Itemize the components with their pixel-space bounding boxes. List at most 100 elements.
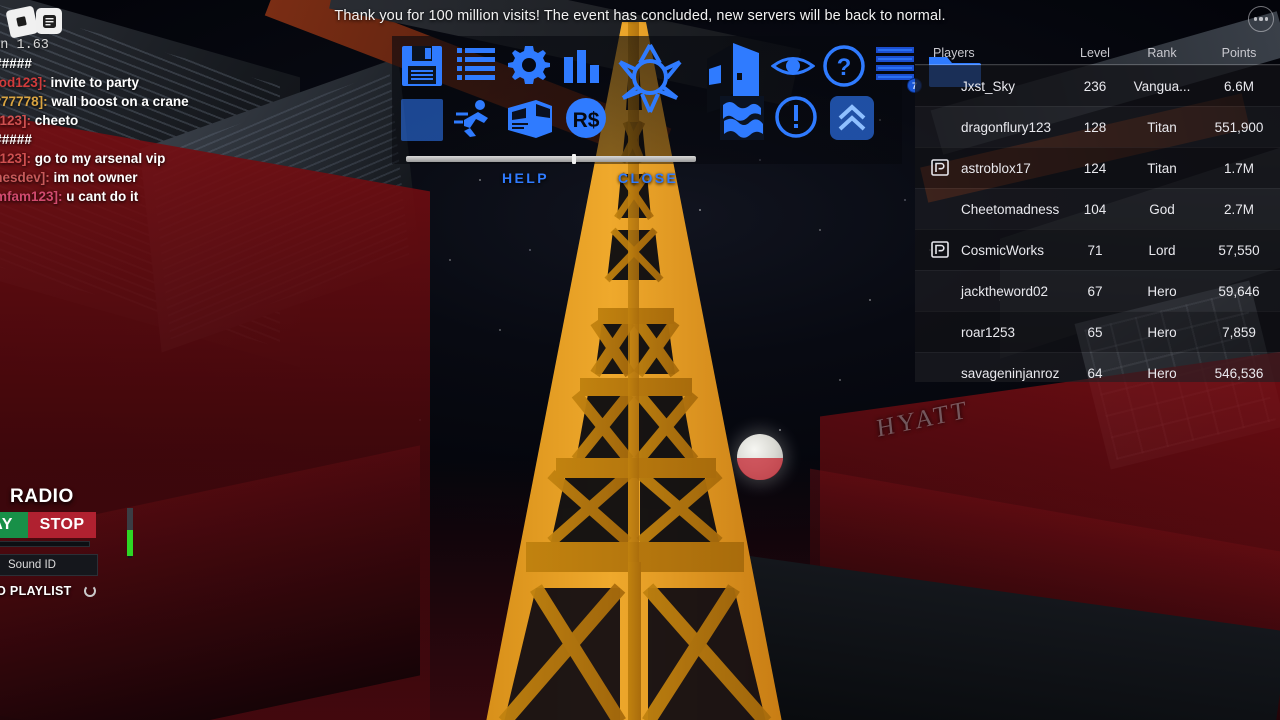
chat-text: im not owner bbox=[49, 170, 138, 185]
map-world-icon[interactable] bbox=[716, 92, 768, 144]
eye-icon[interactable] bbox=[770, 44, 816, 88]
question-mark-icon[interactable]: ? bbox=[820, 42, 868, 90]
refresh-icon[interactable] bbox=[83, 585, 96, 597]
roblox-logo-icon[interactable] bbox=[5, 5, 39, 39]
chat-text: cheeto bbox=[31, 113, 79, 128]
chat-lines-glyph bbox=[42, 14, 56, 28]
player-rank: Hero bbox=[1147, 365, 1177, 381]
chat-text: wall boost on a crane bbox=[47, 94, 189, 109]
leaderboard-row[interactable]: astroblox17 124 Titan 1.7M bbox=[915, 147, 1280, 188]
chat-version-line: sion 1.63 bbox=[0, 38, 49, 53]
stop-button[interactable]: STOP bbox=[28, 512, 96, 538]
premium-badge-placeholder bbox=[931, 77, 953, 95]
player-rank: Hero bbox=[1147, 324, 1177, 340]
chat-message-list: st_Sky]: #####dboythegod123]: invite to … bbox=[0, 54, 300, 206]
volume-slider-handle[interactable] bbox=[127, 508, 133, 530]
slider-knob[interactable] bbox=[572, 154, 576, 164]
chat-message: vCandZamfam123]: u cant do it bbox=[0, 187, 300, 206]
radio-title: RADIO bbox=[10, 486, 74, 507]
leaderboard-row[interactable]: Cheetomadness 104 God 2.7M bbox=[915, 188, 1280, 229]
exclamation-icon[interactable] bbox=[772, 92, 820, 142]
player-name: roar1253 bbox=[961, 324, 1016, 340]
close-button[interactable]: CLOSE bbox=[618, 170, 678, 186]
chat-username: agonflury123]: bbox=[0, 151, 32, 166]
chat-username: iltintogamesdev]: bbox=[0, 170, 50, 185]
chat-text: ##### bbox=[0, 56, 32, 71]
add-to-playlist-button[interactable]: DD TO PLAYLIST bbox=[0, 584, 72, 598]
svg-text:R$: R$ bbox=[573, 109, 600, 132]
leaderboard-row[interactable]: Jxst_Sky 236 Vangua... 6.6M bbox=[915, 65, 1280, 106]
help-button[interactable]: HELP bbox=[502, 170, 549, 186]
player-level: 65 bbox=[1087, 324, 1103, 340]
inventory-list-icon[interactable] bbox=[452, 42, 500, 90]
radio-widget[interactable]: RADIO LAY STOP Sound ID DD TO PLAYLIST bbox=[0, 486, 131, 598]
player-name: jacktheword02 bbox=[961, 283, 1049, 299]
leaderboard-row[interactable]: CosmicWorks 71 Lord 57,550 bbox=[915, 229, 1280, 270]
player-rank: God bbox=[1149, 201, 1175, 217]
sun-burst-icon[interactable] bbox=[614, 38, 686, 116]
premium-badge-icon bbox=[931, 241, 953, 259]
player-rank: Lord bbox=[1148, 242, 1176, 258]
leaderboard-row[interactable]: dragonflury123 128 Titan 551,900 bbox=[915, 106, 1280, 147]
leaderboard-row[interactable]: jacktheword02 67 Hero 59,646 bbox=[915, 270, 1280, 311]
chat-message: st_Sky]: ##### bbox=[0, 130, 300, 149]
chat-text: ##### bbox=[0, 132, 32, 147]
premium-badge-icon bbox=[931, 159, 949, 176]
stats-bar-icon[interactable] bbox=[558, 44, 604, 90]
player-points: 59,646 bbox=[1218, 283, 1260, 299]
game-menu-panel[interactable]: ? 7 bbox=[392, 36, 981, 186]
player-level: 71 bbox=[1087, 242, 1103, 258]
save-disk-icon[interactable] bbox=[396, 40, 448, 92]
premium-badge-placeholder bbox=[931, 323, 953, 341]
player-level: 104 bbox=[1083, 201, 1107, 217]
chat-message: agonflury123]: cheeto bbox=[0, 111, 300, 130]
player-points: 551,900 bbox=[1214, 119, 1264, 135]
leaderboard-row[interactable]: roar1253 65 Hero 7,859 bbox=[915, 311, 1280, 352]
panel-scroll-slider[interactable] bbox=[406, 154, 696, 164]
chat-username: dboythegod123]: bbox=[0, 75, 47, 90]
chat-username: vCandZamfam123]: bbox=[0, 189, 63, 204]
chat-username: ckyDucky77778]: bbox=[0, 94, 48, 109]
player-rank: Titan bbox=[1147, 160, 1177, 176]
system-announcement-banner: Thank you for 100 million visits! The ev… bbox=[0, 0, 1280, 32]
blank-tile-icon[interactable] bbox=[396, 94, 448, 146]
premium-badge-icon bbox=[931, 241, 949, 258]
column-header-rank: Rank bbox=[1147, 46, 1177, 60]
player-points: 1.7M bbox=[1223, 160, 1254, 176]
player-points: 57,550 bbox=[1218, 242, 1260, 258]
player-level: 67 bbox=[1087, 283, 1103, 299]
premium-badge-placeholder bbox=[931, 200, 953, 218]
robux-icon[interactable]: R$ bbox=[562, 94, 610, 142]
volume-slider-fill[interactable] bbox=[127, 530, 133, 556]
map-card-icon[interactable] bbox=[504, 94, 556, 144]
leaderboard-row[interactable]: savageninjanroz 64 Hero 546,536 bbox=[915, 352, 1280, 382]
player-level: 128 bbox=[1083, 119, 1107, 135]
player-name: Jxst_Sky bbox=[961, 78, 1016, 94]
player-leaderboard[interactable]: Players Level Rank Points Jxst_Sky 236 Van… bbox=[915, 42, 1280, 382]
sound-id-input[interactable]: Sound ID bbox=[0, 554, 98, 576]
premium-badge-placeholder bbox=[931, 364, 953, 382]
player-level: 64 bbox=[1087, 365, 1103, 381]
column-header-level: Level bbox=[1080, 46, 1110, 60]
leaderboard-row-list: Jxst_Sky 236 Vangua... 6.6M dragonflury123 12… bbox=[915, 65, 1280, 382]
radio-transport-controls[interactable]: LAY STOP bbox=[0, 512, 96, 538]
chat-window[interactable]: sion 1.63 st_Sky]: #####dboythegod123]: … bbox=[0, 38, 300, 206]
chevron-up-icon[interactable] bbox=[826, 92, 878, 144]
column-header-points: Points bbox=[1221, 46, 1257, 60]
player-points: 2.7M bbox=[1223, 201, 1254, 217]
more-dots-icon[interactable] bbox=[1248, 6, 1274, 32]
sprint-runner-icon[interactable] bbox=[452, 94, 500, 142]
player-level: 236 bbox=[1083, 78, 1107, 94]
chat-message: ckyDucky77778]: wall boost on a crane bbox=[0, 92, 300, 111]
ranked-list-icon[interactable]: 7 bbox=[872, 40, 922, 93]
player-rank: Titan bbox=[1147, 119, 1177, 135]
player-name: Cheetomadness bbox=[961, 201, 1060, 217]
player-points: 6.6M bbox=[1223, 78, 1254, 94]
gear-icon[interactable] bbox=[504, 40, 554, 90]
premium-badge-placeholder bbox=[931, 282, 953, 300]
radio-progress-bar[interactable] bbox=[0, 541, 90, 547]
leaderboard-header-row: Players Level Rank Points bbox=[915, 42, 1280, 64]
player-level: 124 bbox=[1083, 160, 1107, 176]
play-button[interactable]: LAY bbox=[0, 512, 28, 538]
chat-icon[interactable] bbox=[36, 8, 62, 34]
